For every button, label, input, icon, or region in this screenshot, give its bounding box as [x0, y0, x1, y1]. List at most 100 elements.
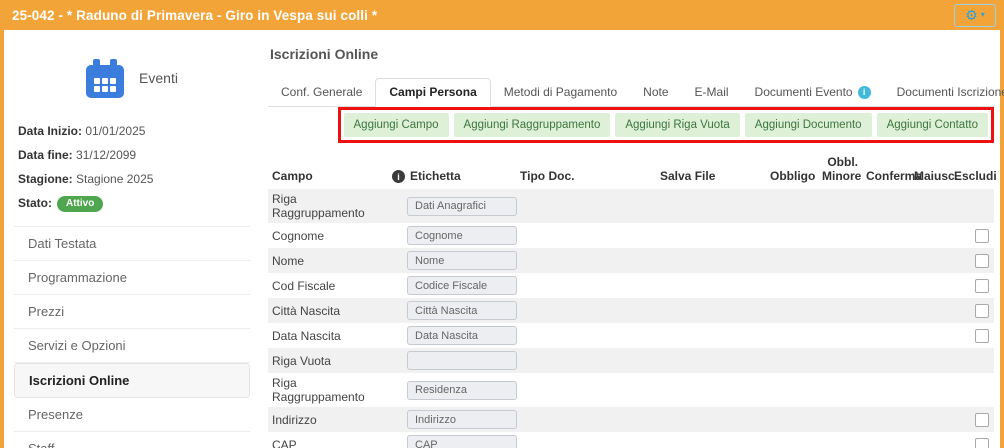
entity-label: Eventi [139, 70, 178, 86]
empty-cell [818, 407, 862, 432]
event-title: 25-042 - * Raduno di Primavera - Giro in… [12, 8, 954, 23]
empty-cell [516, 348, 656, 373]
column-header-obbligo: Obbligo [766, 151, 818, 189]
tab-documenti-evento[interactable]: Documenti Evento i [742, 79, 884, 106]
aggiungi-riga-vuota-button[interactable]: Aggiungi Riga Vuota [615, 113, 739, 137]
empty-cell [766, 323, 818, 348]
column-header-conferma: Conferma [862, 151, 910, 189]
empty-cell [766, 373, 818, 407]
sidebar-item-presenze[interactable]: Presenze [14, 398, 250, 432]
tab-e-mail[interactable]: E-Mail [682, 79, 742, 106]
empty-cell [910, 189, 950, 223]
etichetta-cell [388, 348, 516, 373]
tab-label: Conf. Generale [281, 85, 362, 99]
campo-label: Nome [272, 254, 304, 268]
empty-cell [910, 407, 950, 432]
empty-cell [862, 323, 910, 348]
sidebar-item-dati-testata[interactable]: Dati Testata [14, 227, 250, 261]
aggiungi-documento-button[interactable]: Aggiungi Documento [745, 113, 872, 137]
column-header-label: Etichetta [410, 169, 461, 183]
aggiungi-campo-button[interactable]: Aggiungi Campo [344, 113, 449, 137]
etichetta-input[interactable] [407, 326, 517, 345]
tab-campi-persona[interactable]: Campi Persona [375, 78, 490, 107]
settings-dropdown-button[interactable]: ⚙ ▾ [954, 4, 996, 27]
escludi-cell [950, 273, 994, 298]
empty-cell [862, 407, 910, 432]
sidebar-info-line: Data fine: 31/12/2099 [18, 148, 250, 162]
sidebar-item-programmazione[interactable]: Programmazione [14, 261, 250, 295]
empty-cell [766, 348, 818, 373]
aggiungi-contatto-button[interactable]: Aggiungi Contatto [877, 113, 988, 137]
escludi-checkbox[interactable] [975, 304, 989, 318]
empty-cell [656, 407, 766, 432]
campo-cell: Data Nascita [268, 323, 388, 348]
column-header-maiusc: Maiusc. [910, 151, 950, 189]
page-body: Eventi Data Inizio: 01/01/2025 Data fine:… [0, 30, 1004, 448]
escludi-cell [950, 348, 994, 373]
sidebar: Eventi Data Inizio: 01/01/2025 Data fine:… [4, 30, 260, 448]
sidebar-nav: Dati TestataProgrammazionePrezziServizi … [14, 226, 250, 448]
sidebar-item-prezzi[interactable]: Prezzi [14, 295, 250, 329]
sidebar-item-staff[interactable]: Staff [14, 432, 250, 448]
campo-cell: Città Nascita [268, 298, 388, 323]
etichetta-input[interactable] [407, 410, 517, 429]
empty-cell [862, 298, 910, 323]
table-row: Nome [268, 248, 994, 273]
calendar-icon [86, 65, 124, 98]
empty-cell [516, 273, 656, 298]
info-label: Data Inizio: [18, 124, 82, 138]
etichetta-input[interactable] [407, 276, 517, 295]
escludi-checkbox[interactable] [975, 229, 989, 243]
etichetta-input[interactable] [407, 301, 517, 320]
escludi-checkbox[interactable] [975, 254, 989, 268]
campo-label: Indirizzo [272, 413, 317, 427]
etichetta-cell [388, 407, 516, 432]
tab-label: Note [643, 85, 668, 99]
tab-label: Documenti Iscrizione [897, 85, 1004, 99]
etichetta-cell [388, 223, 516, 248]
empty-cell [516, 373, 656, 407]
escludi-checkbox[interactable] [975, 279, 989, 293]
empty-cell [910, 273, 950, 298]
campo-cell: Riga Raggruppamento [268, 189, 388, 223]
empty-cell [910, 248, 950, 273]
tab-conf-generale[interactable]: Conf. Generale [268, 79, 375, 106]
etichetta-cell [388, 323, 516, 348]
tab-label: Documenti Evento [755, 85, 853, 99]
etichetta-input[interactable] [407, 381, 517, 400]
empty-cell [516, 323, 656, 348]
empty-cell [516, 407, 656, 432]
campo-label: CAP [272, 438, 297, 448]
etichetta-cell [388, 248, 516, 273]
info-icon: i [858, 86, 871, 99]
info-label: Stagione: [18, 172, 73, 186]
tab-label: E-Mail [695, 85, 729, 99]
campo-cell: CAP [268, 432, 388, 448]
aggiungi-raggruppamento-button[interactable]: Aggiungi Raggruppamento [454, 113, 611, 137]
sidebar-item-iscrizioni-online[interactable]: Iscrizioni Online [14, 363, 250, 398]
status-line: Stato:Attivo [18, 196, 250, 212]
campo-label: Riga Raggruppamento [272, 376, 365, 404]
empty-cell [862, 432, 910, 448]
etichetta-input[interactable] [407, 251, 517, 270]
empty-cell [862, 248, 910, 273]
tab-note[interactable]: Note [630, 79, 681, 106]
etichetta-input[interactable] [407, 351, 517, 370]
etichetta-input[interactable] [407, 435, 517, 448]
etichetta-cell [388, 273, 516, 298]
tab-metodi-di-pagamento[interactable]: Metodi di Pagamento [491, 79, 630, 106]
sidebar-item-servizi-e-opzioni[interactable]: Servizi e Opzioni [14, 329, 250, 363]
tab-documenti-iscrizione[interactable]: Documenti Iscrizionei [884, 79, 1004, 106]
etichetta-cell [388, 373, 516, 407]
escludi-checkbox[interactable] [975, 413, 989, 427]
table-header-row: CampoiEtichettaTipo Doc.Salva FileObblig… [268, 151, 994, 189]
escludi-checkbox[interactable] [975, 329, 989, 343]
etichetta-input[interactable] [407, 197, 517, 216]
escludi-checkbox[interactable] [975, 438, 989, 448]
campo-label: Riga Vuota [272, 354, 331, 368]
etichetta-input[interactable] [407, 226, 517, 245]
status-label: Stato: [18, 196, 52, 210]
sidebar-info-line: Data Inizio: 01/01/2025 [18, 124, 250, 138]
app-window: 25-042 - * Raduno di Primavera - Giro in… [0, 0, 1004, 448]
etichetta-cell [388, 432, 516, 448]
